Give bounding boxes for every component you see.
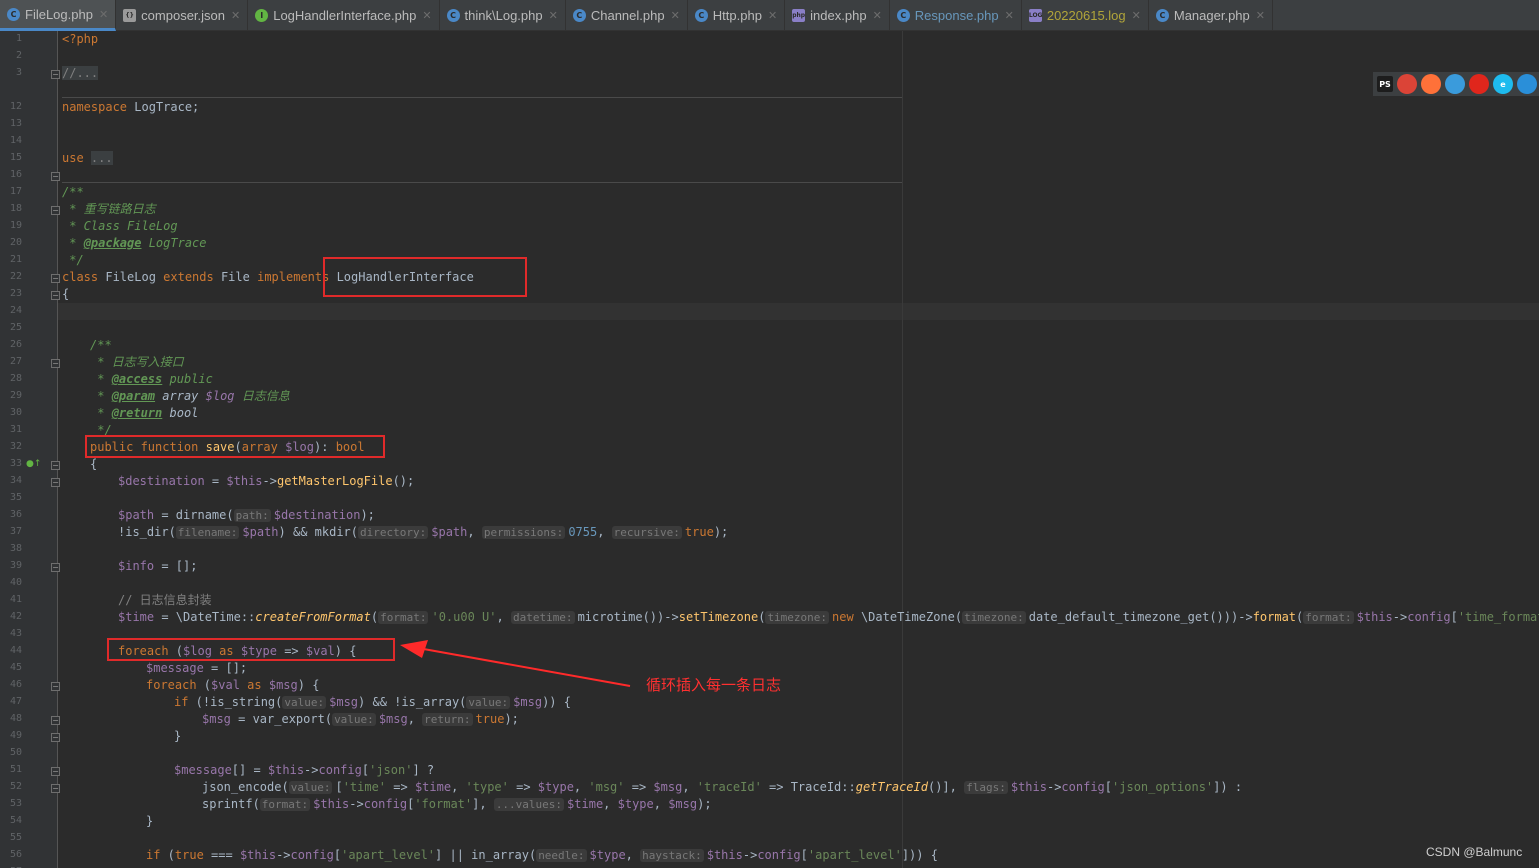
safari-icon[interactable] [1445,74,1465,94]
watermark: CSDN @Balmunc [1426,845,1523,859]
ie-icon[interactable]: e [1493,74,1513,94]
edge-icon[interactable] [1517,74,1537,94]
annotation-label: 循环插入每一条日志 [646,676,782,694]
chrome-icon[interactable] [1397,74,1417,94]
firefox-icon[interactable] [1421,74,1441,94]
phpstorm-icon[interactable]: PS [1377,76,1393,92]
annotation-arrow-icon [400,640,631,687]
browser-preview-toolbar: PS e [1373,72,1539,96]
opera-icon[interactable] [1469,74,1489,94]
